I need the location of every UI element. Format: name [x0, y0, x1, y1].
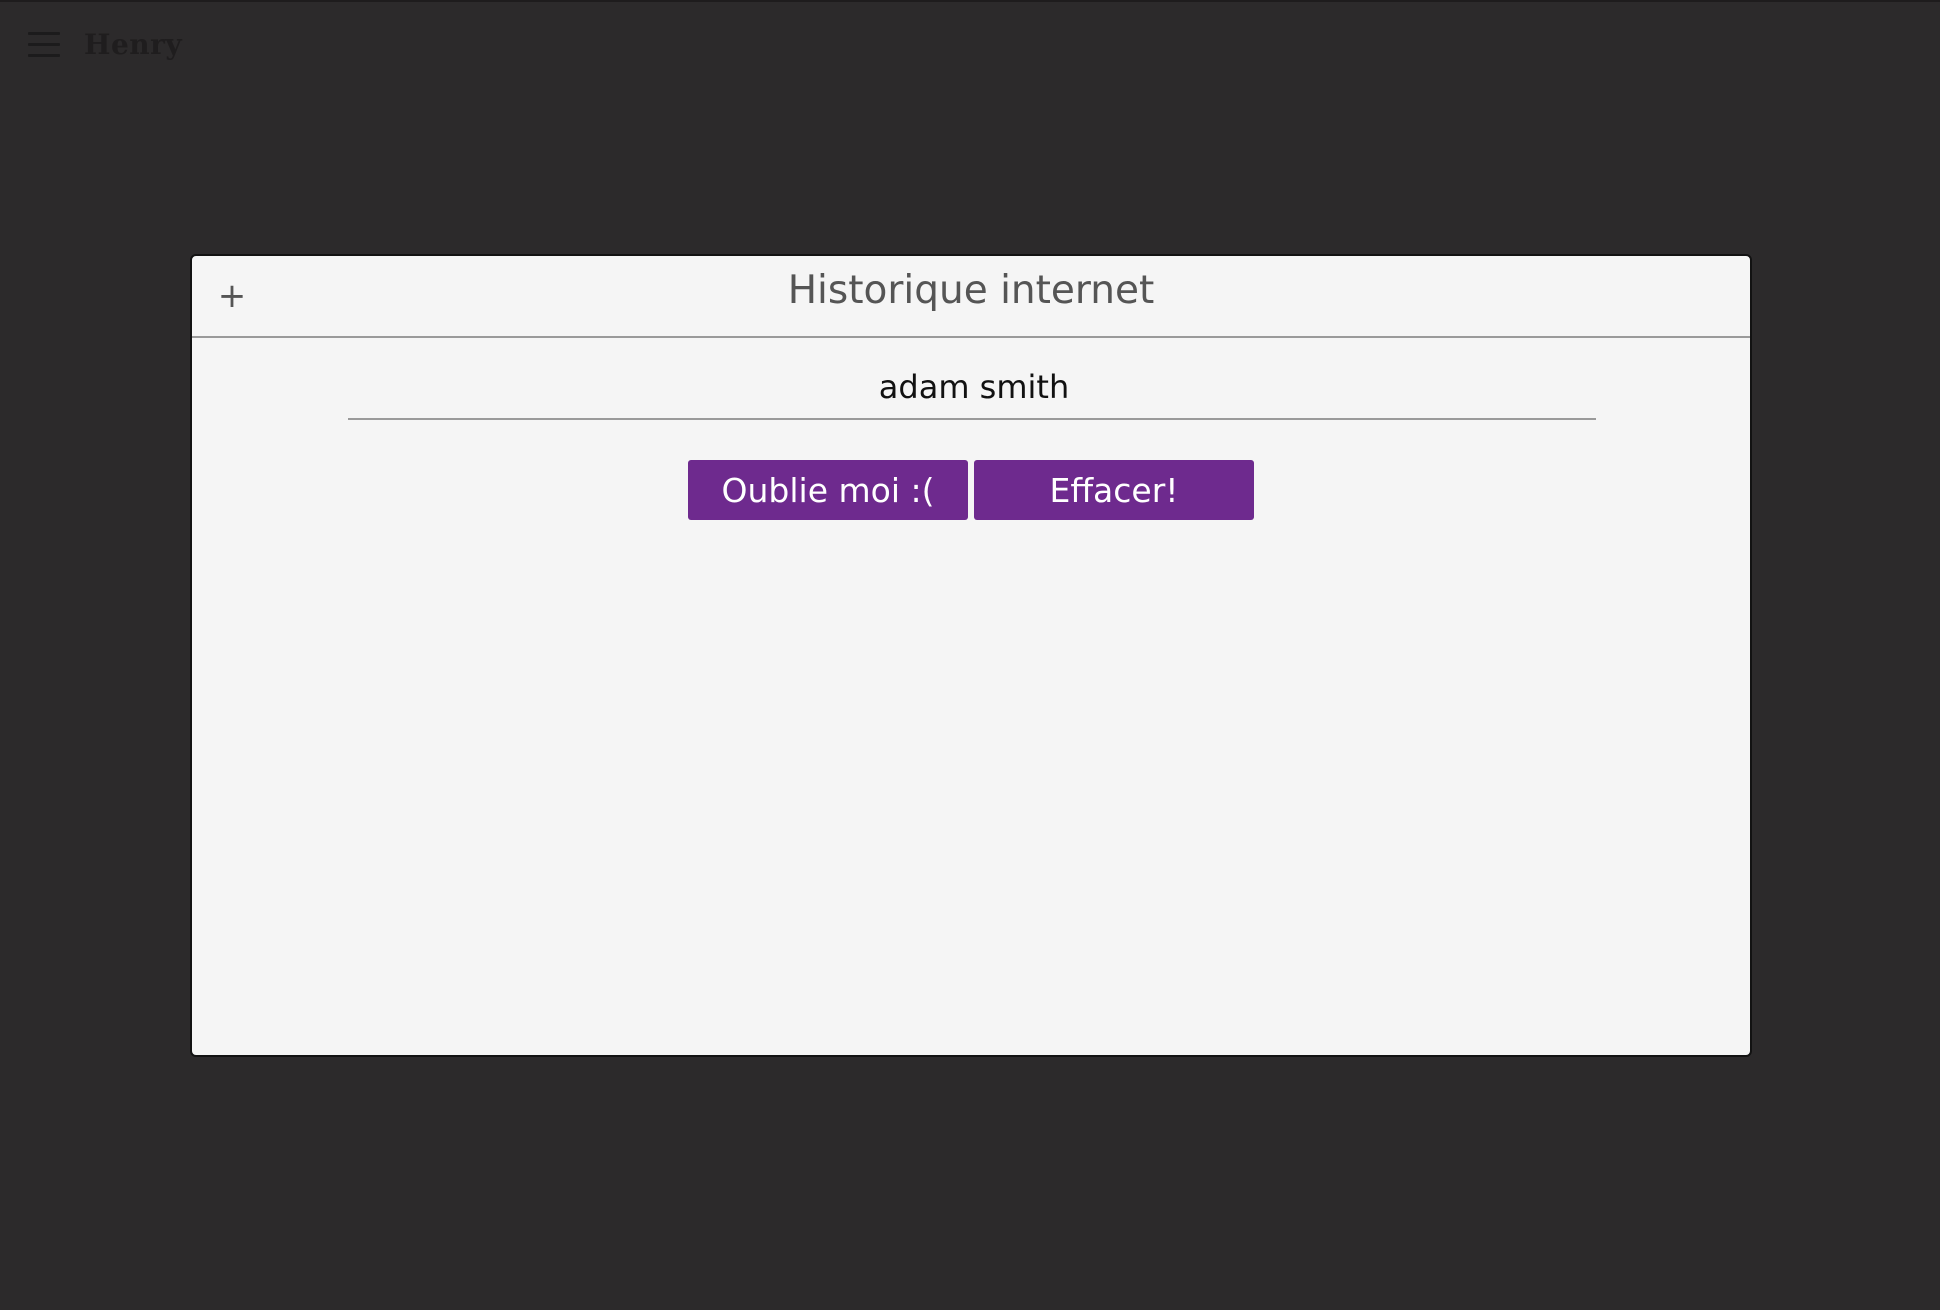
search-input[interactable] — [348, 358, 1600, 416]
action-buttons: Oublie moi :( Effacer! — [192, 460, 1750, 520]
erase-button[interactable]: Effacer! — [974, 460, 1254, 520]
brand-name: Henry — [84, 28, 183, 61]
forget-me-button[interactable]: Oublie moi :( — [688, 460, 968, 520]
history-window: + Historique internet Oublie moi :( Effa… — [190, 254, 1752, 1057]
window-header: + Historique internet — [192, 256, 1750, 338]
hamburger-menu-icon[interactable] — [28, 32, 62, 60]
top-bar: Henry — [0, 0, 1940, 90]
search-field-wrapper — [348, 358, 1600, 420]
window-title: Historique internet — [787, 268, 1155, 313]
